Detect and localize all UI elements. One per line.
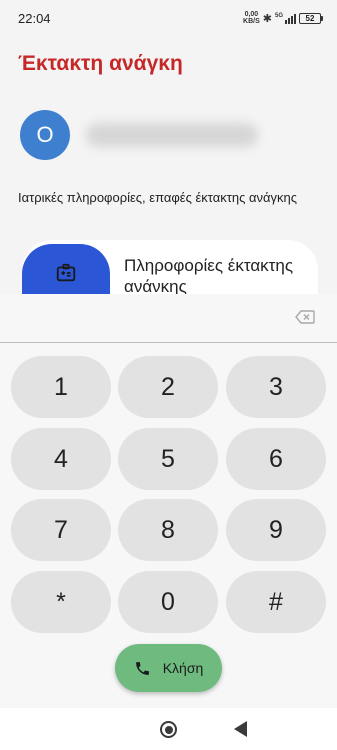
emergency-contact[interactable]: O: [20, 110, 258, 160]
home-icon: [164, 725, 173, 734]
dial-key-7[interactable]: 7: [11, 499, 111, 561]
dial-key-star[interactable]: *: [11, 571, 111, 633]
battery-icon: 52: [299, 12, 323, 24]
dialpad-divider: [0, 342, 337, 343]
signal-bar: [288, 17, 290, 24]
avatar: O: [20, 110, 70, 160]
dialpad: 1 2 3 4 5 6 7 8 9 * 0 # Κλήση: [0, 294, 337, 708]
signal-bar: [291, 15, 293, 24]
bluetooth-icon: ✱: [262, 12, 272, 25]
card-icon-container: [22, 244, 110, 296]
page-title: Έκτακτη ανάγκη: [18, 52, 183, 75]
status-time: 22:04: [18, 10, 51, 26]
dial-key-2[interactable]: 2: [118, 356, 218, 418]
back-button[interactable]: [234, 721, 247, 737]
status-icons: 0,00 KB/S ✱ 5G 52: [243, 11, 323, 25]
card-title: Πληροφορίες έκτακτης ανάνκης: [124, 256, 294, 296]
section-label: Ιατρικές πληροφορίες, επαφές έκτακτης αν…: [18, 190, 297, 205]
dial-key-1[interactable]: 1: [11, 356, 111, 418]
network-speed-value: 0,00: [244, 11, 259, 18]
emergency-info-card[interactable]: Πληροφορίες έκτακτης ανάνκης: [22, 240, 318, 296]
backspace-icon[interactable]: [295, 310, 315, 324]
dial-key-8[interactable]: 8: [118, 499, 218, 561]
medical-id-icon: [56, 263, 76, 282]
network-speed-unit: KB/S: [243, 18, 260, 25]
battery-level: 52: [299, 12, 321, 24]
battery-tip: [321, 15, 323, 21]
signal-icon: 5G: [275, 13, 296, 24]
dial-key-0[interactable]: 0: [118, 571, 218, 633]
call-button[interactable]: Κλήση: [115, 644, 222, 692]
navigation-bar: [0, 708, 337, 750]
dial-key-3[interactable]: 3: [226, 356, 326, 418]
dial-key-9[interactable]: 9: [226, 499, 326, 561]
phone-icon: [135, 661, 149, 675]
network-speed: 0,00 KB/S: [243, 11, 260, 25]
dial-key-hash[interactable]: #: [226, 571, 326, 633]
call-label: Κλήση: [162, 660, 204, 676]
signal-bar: [294, 13, 296, 24]
dial-key-5[interactable]: 5: [118, 428, 218, 490]
status-bar: 22:04 0,00 KB/S ✱ 5G 52: [0, 0, 337, 36]
contact-name-blurred: [86, 123, 258, 147]
home-button[interactable]: [160, 721, 177, 738]
dial-key-4[interactable]: 4: [11, 428, 111, 490]
signal-label: 5G: [274, 12, 283, 19]
signal-bar: [285, 19, 287, 24]
dial-key-6[interactable]: 6: [226, 428, 326, 490]
